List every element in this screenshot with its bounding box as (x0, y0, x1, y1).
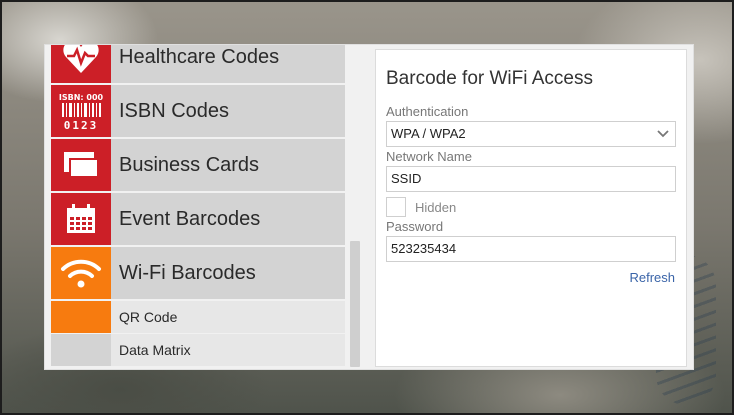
business-cards-icon (51, 139, 111, 191)
barcode-generator-panel: Healthcare Codes ISBN: 000 0123 ISBN Cod… (44, 44, 694, 370)
calendar-icon (51, 193, 111, 245)
subitem-qr-code[interactable]: QR Code (51, 301, 345, 333)
hidden-checkbox[interactable] (386, 197, 406, 217)
authentication-value: WPA / WPA2 (391, 126, 466, 141)
form-title: Barcode for WiFi Access (386, 68, 593, 89)
password-input[interactable]: 523235434 (386, 236, 676, 262)
category-label: Wi-Fi Barcodes (119, 261, 256, 284)
category-label: Healthcare Codes (119, 45, 280, 68)
category-label: ISBN Codes (119, 99, 230, 122)
chevron-down-icon (657, 130, 669, 138)
refresh-link[interactable]: Refresh (629, 270, 675, 285)
svg-text:ISBN: 000: ISBN: 000 (59, 93, 103, 102)
active-indicator (51, 301, 111, 333)
scrollbar-thumb[interactable] (350, 241, 360, 367)
network-name-label: Network Name (386, 149, 472, 164)
category-healthcare-codes[interactable]: Healthcare Codes (51, 45, 345, 83)
subitem-indent (51, 334, 111, 366)
isbn-barcode-icon: ISBN: 000 0123 (51, 85, 111, 137)
wifi-barcode-form: Barcode for WiFi Access Authentication W… (375, 49, 687, 367)
category-isbn-codes[interactable]: ISBN: 000 0123 ISBN Codes (51, 85, 345, 137)
category-event-barcodes[interactable]: Event Barcodes (51, 193, 345, 245)
password-label: Password (386, 219, 444, 234)
category-scrollbar[interactable] (348, 53, 360, 367)
authentication-label: Authentication (386, 104, 469, 119)
network-name-input[interactable]: SSID (386, 166, 676, 192)
svg-text:0123: 0123 (64, 119, 99, 131)
authentication-select[interactable]: WPA / WPA2 (386, 121, 676, 147)
category-business-cards[interactable]: Business Cards (51, 139, 345, 191)
barcode-category-list: Healthcare Codes ISBN: 000 0123 ISBN Cod… (51, 45, 351, 367)
heart-pulse-icon (51, 45, 111, 83)
category-label: Business Cards (119, 153, 260, 176)
subitem-label: QR Code (119, 309, 178, 325)
subitem-data-matrix[interactable]: Data Matrix (51, 334, 345, 366)
network-name-value: SSID (391, 171, 422, 186)
wifi-icon (51, 247, 111, 299)
hidden-label: Hidden (415, 200, 457, 215)
category-wifi-barcodes[interactable]: Wi-Fi Barcodes (51, 247, 345, 299)
subitem-label: Data Matrix (119, 342, 191, 358)
category-label: Event Barcodes (119, 207, 261, 230)
password-value: 523235434 (391, 241, 457, 256)
